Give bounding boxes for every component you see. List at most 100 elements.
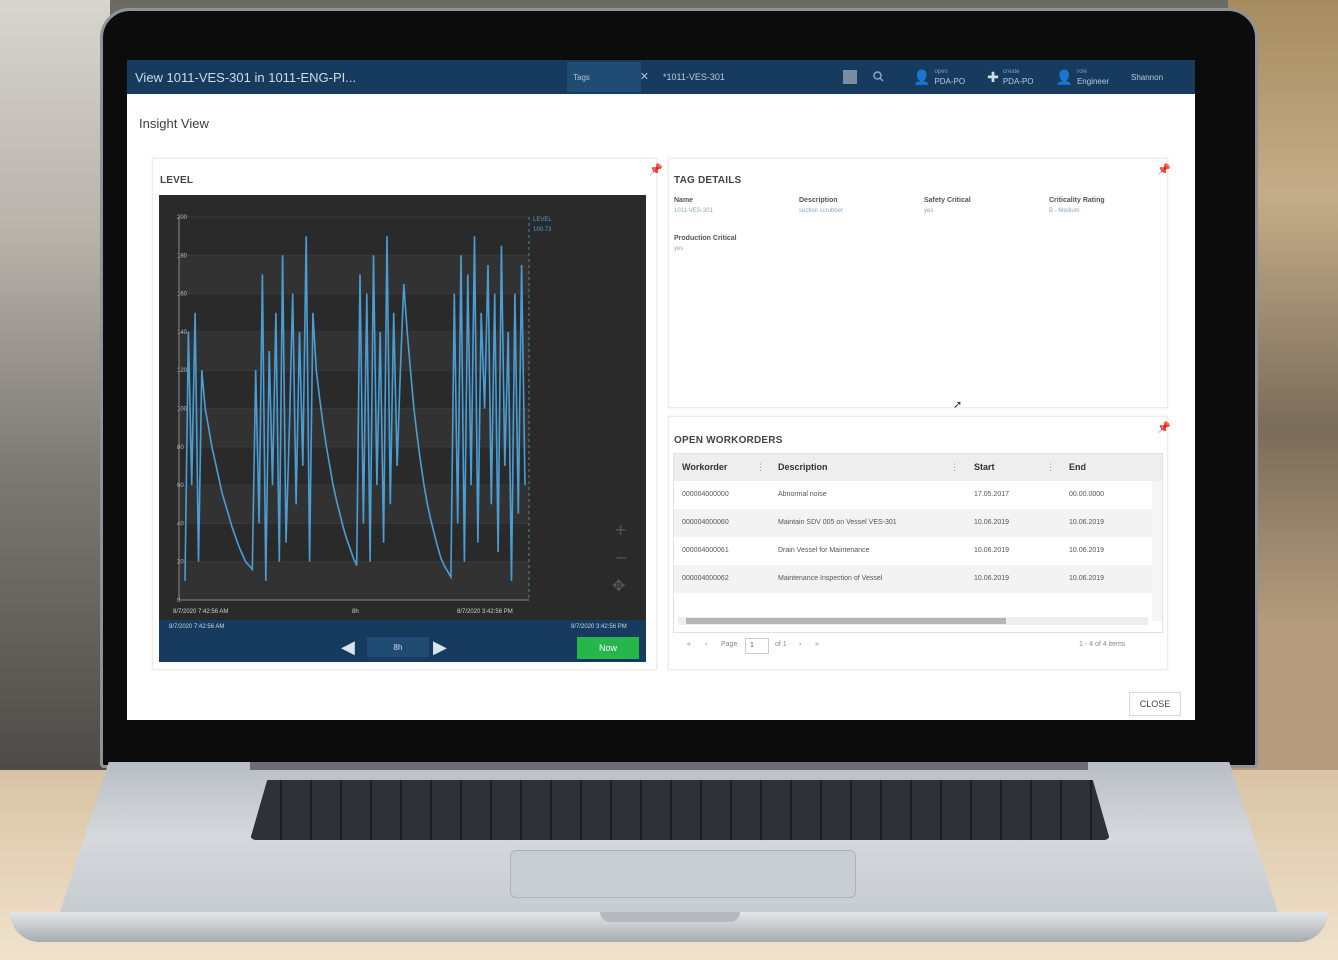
level-chart: 200 180 160 140 120 100 80 60 40 20 0 LEVEL 100.73 8/… bbox=[159, 195, 646, 662]
table-row[interactable]: 000004000061 Drain Vessel for Maintenanc… bbox=[674, 537, 1152, 565]
workorders-table: Workorder ⋮ Description ⋮ Start ⋮ End 00… bbox=[673, 453, 1163, 633]
previous-range-icon[interactable]: ◀ bbox=[341, 638, 355, 656]
grid-band bbox=[179, 561, 529, 600]
items-summary: 1 - 4 of 4 items bbox=[1079, 641, 1126, 648]
keyboard bbox=[250, 780, 1110, 840]
column-header-end[interactable]: End bbox=[1069, 462, 1086, 472]
table-row[interactable]: 000004000062 Maintenance Inspection of V… bbox=[674, 565, 1152, 593]
user-menu[interactable]: Shannon bbox=[1131, 73, 1163, 82]
navigator-start-label: 8/7/2020 7:42:56 AM bbox=[169, 624, 225, 630]
zoom-in-icon[interactable]: + bbox=[614, 520, 627, 539]
column-menu-icon[interactable]: ⋮ bbox=[1046, 462, 1055, 473]
column-menu-icon[interactable]: ⋮ bbox=[950, 462, 959, 473]
person-icon: 👤 bbox=[1055, 68, 1073, 85]
search-input[interactable]: *1011-VES-301 bbox=[641, 72, 843, 82]
page-number-input[interactable]: 1 bbox=[745, 638, 769, 654]
y-tick-label: 20 bbox=[177, 560, 184, 566]
title-bar: View 1011-VES-301 in 1011-ENG-PI... Tags… bbox=[127, 60, 1195, 94]
previous-page-icon[interactable]: ‹ bbox=[705, 641, 707, 648]
start-cell: 17.05.2017 bbox=[974, 491, 1010, 498]
workorder-cell: 000004000062 bbox=[682, 575, 729, 582]
level-panel-title: LEVEL bbox=[160, 175, 194, 186]
description-cell: Drain Vessel for Maintenance bbox=[778, 547, 870, 554]
end-cell: 10.06.2019 bbox=[1069, 547, 1105, 554]
last-page-icon[interactable]: » bbox=[815, 641, 819, 648]
range-selector[interactable]: 8h bbox=[367, 637, 429, 657]
y-tick-label: 80 bbox=[177, 445, 184, 451]
start-cell: 10.06.2019 bbox=[974, 575, 1010, 582]
laptop-base bbox=[0, 762, 1338, 952]
search-filter-tag[interactable]: Tags ✕ bbox=[567, 62, 649, 92]
end-cell: 10.06.2019 bbox=[1069, 575, 1105, 582]
open-action-label: PDA-PO bbox=[934, 77, 966, 86]
chart-navigator: 8/7/2020 7:42:56 AM 8/7/2020 3:42:56 PM … bbox=[159, 620, 646, 662]
table-row[interactable]: 000004000000 Abnormal noise 17.05.2017 0… bbox=[674, 481, 1152, 509]
column-header-workorder[interactable]: Workorder bbox=[682, 462, 727, 472]
description-cell: Maintenance Inspection of Vessel bbox=[778, 575, 883, 582]
create-action-button[interactable]: ✚ create PDA-PO bbox=[987, 68, 1034, 87]
create-action-label: PDA-PO bbox=[1002, 77, 1034, 86]
open-action-button[interactable]: 👤 open PDA-PO bbox=[913, 68, 966, 87]
first-page-icon[interactable]: « bbox=[687, 641, 691, 648]
workorders-title: OPEN WORKORDERS bbox=[674, 435, 783, 446]
now-button[interactable]: Now bbox=[577, 637, 639, 659]
description-cell: Maintain SDV 005 on Vessel VES-301 bbox=[778, 519, 897, 526]
trackpad bbox=[510, 850, 856, 898]
start-cell: 10.06.2019 bbox=[974, 519, 1010, 526]
production-critical-value: yes bbox=[674, 246, 684, 252]
workorder-cell: 000004000061 bbox=[682, 547, 729, 554]
vertical-scrollbar[interactable] bbox=[1152, 481, 1162, 621]
role-label: Engineer bbox=[1076, 77, 1109, 86]
user-icon: 👤 bbox=[913, 68, 931, 85]
x-tick-label-start: 8/7/2020 7:42:56 AM bbox=[173, 609, 228, 615]
close-button[interactable]: CLOSE bbox=[1129, 692, 1181, 716]
column-header-start[interactable]: Start bbox=[974, 462, 995, 472]
production-critical-label: Production Critical bbox=[674, 235, 737, 242]
search-icon[interactable] bbox=[871, 69, 887, 85]
criticality-rating-label: Criticality Rating bbox=[1049, 197, 1105, 204]
pin-icon[interactable]: 📌 bbox=[649, 163, 663, 176]
x-tick-label-end: 8/7/2020 3:42:56 PM bbox=[457, 609, 513, 615]
scan-icon[interactable] bbox=[843, 70, 857, 84]
legend-series-value: 100.73 bbox=[533, 227, 552, 233]
workorder-cell: 000004000060 bbox=[682, 519, 729, 526]
role-caption: role bbox=[1076, 69, 1087, 75]
window-title: View 1011-VES-301 in 1011-ENG-PI... bbox=[135, 69, 357, 85]
page-title: Insight View bbox=[139, 116, 209, 131]
tag-description-label: Description bbox=[799, 197, 838, 204]
grid-band bbox=[179, 255, 529, 294]
description-cell: Abnormal noise bbox=[778, 491, 827, 498]
end-cell: 10.06.2019 bbox=[1069, 519, 1105, 526]
pin-icon[interactable]: 📌 bbox=[1157, 163, 1171, 176]
role-button[interactable]: 👤 role Engineer bbox=[1055, 68, 1109, 87]
page-count-label: of 1 bbox=[775, 641, 787, 648]
column-menu-icon[interactable]: ⋮ bbox=[756, 462, 765, 473]
pan-icon[interactable]: ✥ bbox=[612, 576, 625, 595]
table-pager: « ‹ Page 1 of 1 › » 1 - 4 of 4 items bbox=[683, 638, 1153, 654]
column-header-description[interactable]: Description bbox=[778, 462, 828, 472]
zoom-out-icon[interactable]: − bbox=[615, 548, 628, 567]
y-tick-label: 60 bbox=[177, 483, 184, 489]
next-page-icon[interactable]: › bbox=[799, 641, 801, 648]
criticality-rating-value: B - Medium bbox=[1049, 208, 1080, 214]
level-chart-svg: 200180160140120100806040200LEVEL100.738/… bbox=[173, 215, 628, 615]
navigator-end-label: 8/7/2020 3:42:56 PM bbox=[571, 624, 627, 630]
tag-details-panel: TAG DETAILS 📌 Name 1011-VES-301 Descript… bbox=[668, 158, 1171, 408]
x-tick-label-mid: 8h bbox=[352, 609, 359, 615]
background-left bbox=[0, 0, 110, 780]
app-window: View 1011-VES-301 in 1011-ENG-PI... Tags… bbox=[127, 60, 1195, 720]
mouse-cursor-icon: ➚ bbox=[953, 399, 963, 411]
legend-series-name: LEVEL bbox=[533, 217, 552, 223]
search-filter-label: Tags bbox=[573, 72, 590, 82]
end-cell: 00.00.0000 bbox=[1069, 491, 1105, 498]
grid-band bbox=[179, 485, 529, 524]
pin-icon[interactable]: 📌 bbox=[1157, 421, 1171, 434]
tag-details-title: TAG DETAILS bbox=[674, 175, 742, 186]
horizontal-scroll-thumb[interactable] bbox=[686, 618, 1006, 624]
horizontal-scrollbar[interactable] bbox=[678, 617, 1148, 625]
next-range-icon[interactable]: ▶ bbox=[433, 638, 447, 656]
safety-critical-value: yes bbox=[924, 208, 934, 214]
clear-filter-icon[interactable]: ✕ bbox=[640, 70, 649, 83]
table-row[interactable]: 000004000060 Maintain SDV 005 on Vessel … bbox=[674, 509, 1152, 537]
tag-name-value: 1011-VES-301 bbox=[674, 208, 713, 214]
